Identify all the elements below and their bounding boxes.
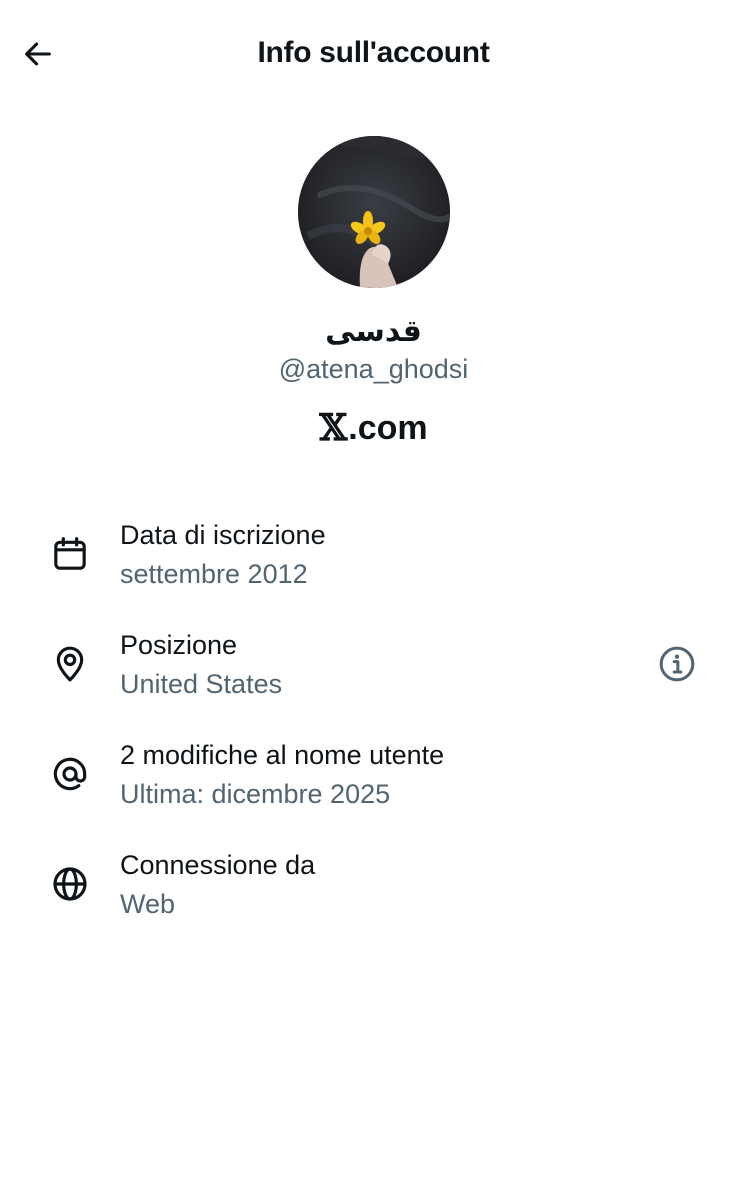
info-title: Connessione da xyxy=(120,850,316,880)
info-row-location: Posizione United States xyxy=(0,620,747,730)
info-row-joined: Data di iscrizione settembre 2012 xyxy=(0,510,747,620)
profile-section: قدسی @atena_ghodsi 𝕏 .com xyxy=(0,136,747,448)
page-title: Info sull'account xyxy=(257,36,490,69)
info-value: United States xyxy=(120,669,283,699)
info-value: Ultima: dicembre 2025 xyxy=(120,779,391,809)
info-title: Data di iscrizione xyxy=(120,520,326,550)
info-value: settembre 2012 xyxy=(120,559,308,589)
account-info-list: Data di iscrizione settembre 2012 Posizi… xyxy=(0,510,747,950)
info-circle-icon xyxy=(659,646,695,682)
x-com-brand: 𝕏 .com xyxy=(0,408,747,448)
username-handle: @atena_ghodsi xyxy=(278,354,469,384)
display-name: قدسی xyxy=(325,314,422,349)
location-pin-icon xyxy=(48,642,92,686)
info-row-connected-via: Connessione da Web xyxy=(0,840,747,950)
info-title: 2 modifiche al nome utente xyxy=(120,740,445,770)
brand-domain: .com xyxy=(348,409,428,447)
avatar[interactable] xyxy=(297,136,450,288)
info-value: Web xyxy=(120,889,176,919)
info-title: Posizione xyxy=(120,630,238,660)
location-info-button[interactable] xyxy=(655,642,699,686)
header-bar: Info sull'account xyxy=(0,0,747,108)
x-logo-icon: 𝕏 xyxy=(319,407,348,449)
info-row-username-changes: 2 modifiche al nome utente Ultima: dicem… xyxy=(0,730,747,840)
globe-icon xyxy=(48,862,92,906)
at-sign-icon xyxy=(48,752,92,796)
calendar-icon xyxy=(48,532,92,576)
